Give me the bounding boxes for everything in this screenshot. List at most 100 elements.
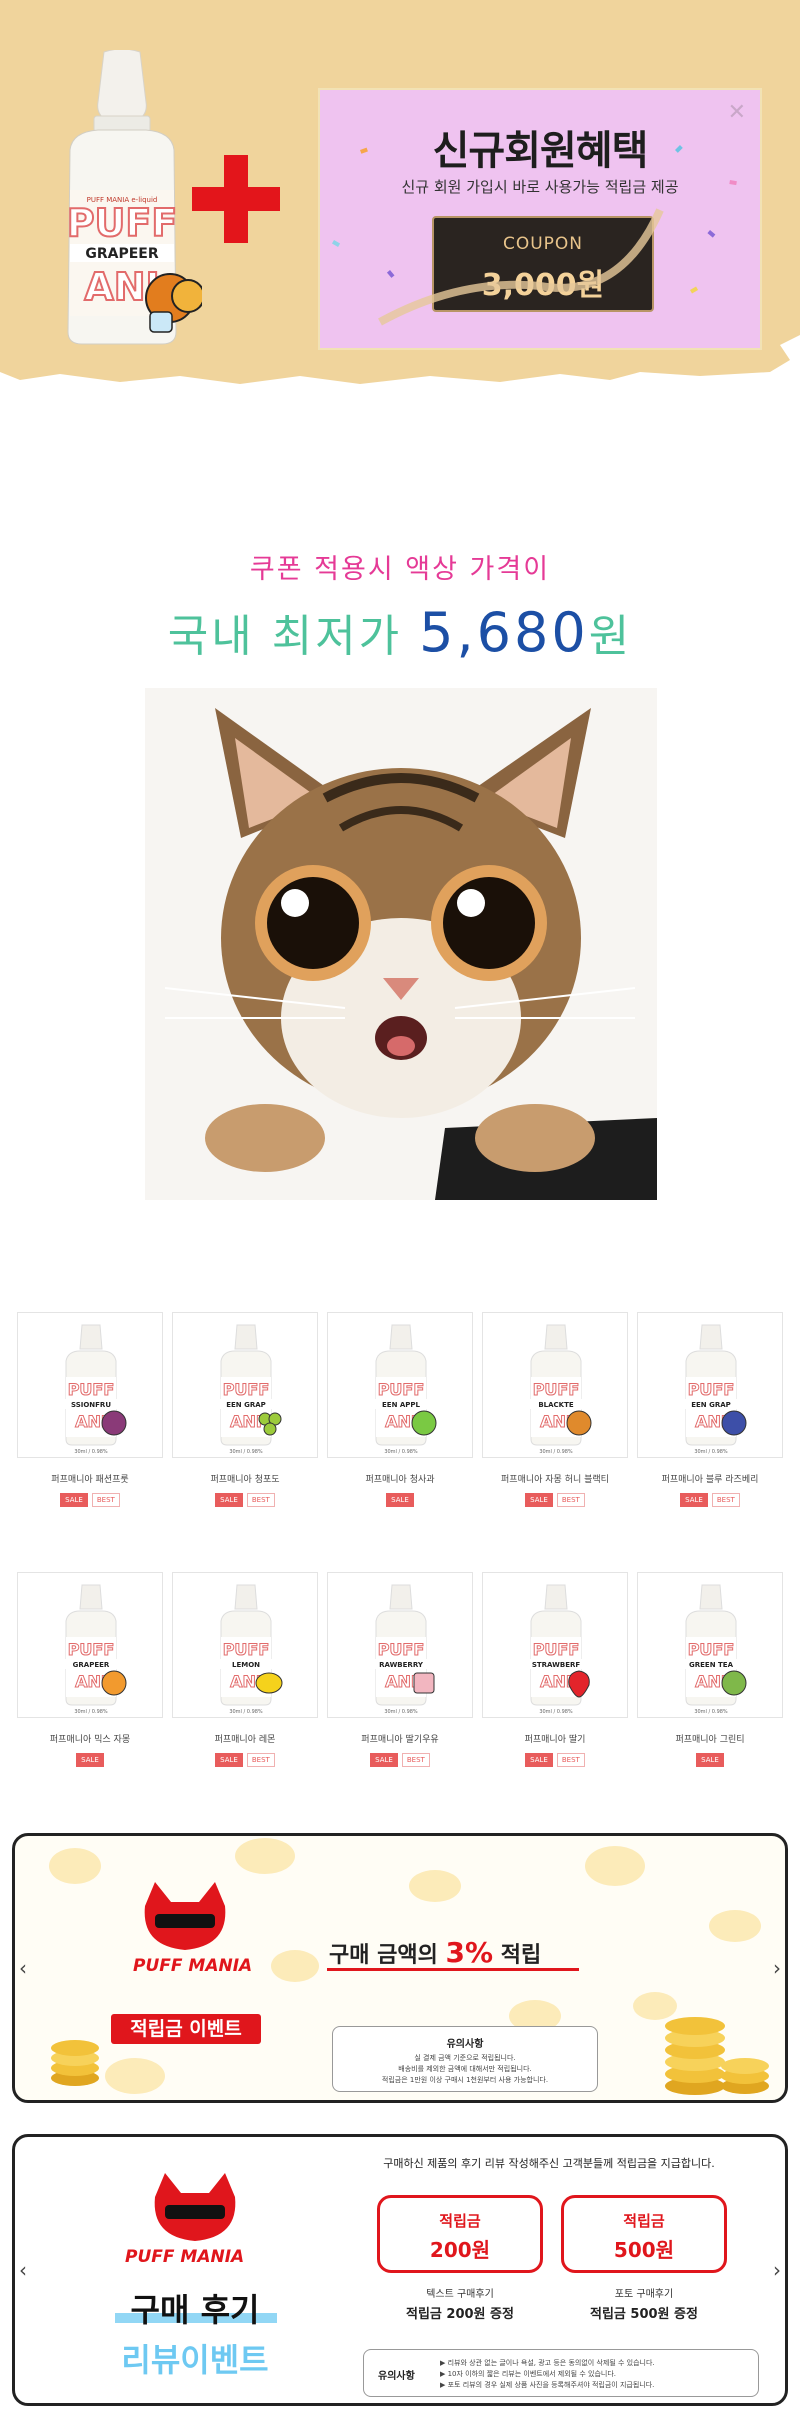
reward-event-banner[interactable]: PUFF MANIA 적립금 이벤트 구매 금액의 3% 적립 유의사항 실 결… [12, 1833, 788, 2103]
svg-text:30ml / 0.98%: 30ml / 0.98% [384, 1709, 418, 1715]
chevron-right-icon[interactable]: › [773, 2258, 781, 2282]
product-card[interactable]: PUFF SSIONFRU ANI 30ml / 0.98% 퍼프매니아 패션프… [17, 1312, 163, 1507]
product-name[interactable]: 퍼프매니아 자몽 허니 블랙티 [482, 1472, 628, 1485]
svg-text:30ml / 0.98%: 30ml / 0.98% [229, 1449, 263, 1455]
reward-name: 적립금 [439, 2212, 481, 2230]
product-bottle-image: PUFF SSIONFRU ANI 30ml / 0.98% [64, 1324, 127, 1455]
product-card[interactable]: PUFF GREEN TEA ANI 30ml / 0.98% 퍼프매니아 그린… [637, 1572, 783, 1767]
product-badges: SALE BEST [482, 1493, 628, 1507]
lowest-price-value: 5,680 [419, 601, 589, 664]
chevron-right-icon[interactable]: › [773, 1956, 781, 1980]
product-card[interactable]: PUFF LEMON ANI 30ml / 0.98% 퍼프매니아 레몬 SAL… [172, 1572, 318, 1767]
product-name[interactable]: 퍼프매니아 청사과 [327, 1472, 473, 1485]
svg-text:PUFF: PUFF [68, 1380, 115, 1399]
lowest-price-unit: 원 [588, 611, 633, 662]
product-bottle-image: PUFF STRAWBERF ANI 30ml / 0.98% [529, 1584, 590, 1715]
product-card[interactable]: PUFF GRAPEER ANI 30ml / 0.98% 퍼프매니아 믹스 자… [17, 1572, 163, 1767]
photo-review-reward: 적립금 500원 [561, 2195, 727, 2273]
product-bottle-image: PUFF GRAPEER ANI 30ml / 0.98% [64, 1584, 127, 1715]
svg-text:STRAWBERF: STRAWBERF [532, 1661, 581, 1669]
svg-text:30ml / 0.98%: 30ml / 0.98% [694, 1449, 728, 1455]
svg-text:PUFF: PUFF [378, 1380, 425, 1399]
product-bottle-image: PUFF EEN GRAP ANI 30ml / 0.98% [684, 1324, 747, 1455]
reward-amount: 500원 [613, 2238, 675, 2262]
product-badges: SALE BEST [482, 1753, 628, 1767]
mascot-name: PUFF MANIA [133, 1956, 253, 1976]
svg-text:PUFF: PUFF [688, 1380, 735, 1399]
product-name[interactable]: 퍼프매니아 레몬 [172, 1732, 318, 1745]
product-card[interactable]: PUFF EEN GRAP ANI 30ml / 0.98% 퍼프매니아 블루 … [637, 1312, 783, 1507]
coupon-amount: 3,000원 [481, 268, 605, 303]
svg-text:GREEN TEA: GREEN TEA [689, 1661, 734, 1669]
svg-text:PUFF: PUFF [223, 1380, 270, 1399]
notice-title: 유의사항 [446, 2039, 484, 2050]
chevron-left-icon[interactable]: ‹ [19, 1956, 27, 1980]
product-grid-row-2: PUFF GRAPEER ANI 30ml / 0.98% 퍼프매니아 믹스 자… [17, 1572, 783, 1767]
lowest-price-text: 국내 최저가 5,680원 [0, 600, 800, 664]
product-thumbnail[interactable]: PUFF LEMON ANI 30ml / 0.98% [172, 1572, 318, 1718]
best-badge: BEST [401, 1753, 430, 1767]
review-notice-box: 유의사항 ▶ 리뷰와 상관 없는 글이나 욕설, 광고 등은 동의없이 삭제될 … [363, 2349, 759, 2397]
best-badge: BEST [556, 1753, 585, 1767]
coupon-ticket[interactable]: COUPON 3,000원 [432, 216, 654, 312]
product-thumbnail[interactable]: PUFF GREEN TEA ANI 30ml / 0.98% [637, 1572, 783, 1718]
product-thumbnail[interactable]: PUFF BLACKTE ANI 30ml / 0.98% [482, 1312, 628, 1458]
product-name[interactable]: 퍼프매니아 그린티 [637, 1732, 783, 1745]
notice-line: 실 결제 금액 기준으로 적립됩니다. [414, 2054, 516, 2062]
product-name[interactable]: 퍼프매니아 패션프룻 [17, 1472, 163, 1485]
svg-text:PUFF: PUFF [533, 1380, 580, 1399]
product-grid-row-1: PUFF SSIONFRU ANI 30ml / 0.98% 퍼프매니아 패션프… [17, 1312, 783, 1507]
best-badge: BEST [711, 1493, 740, 1507]
chevron-left-icon[interactable]: ‹ [19, 2258, 27, 2282]
svg-text:30ml / 0.98%: 30ml / 0.98% [694, 1709, 728, 1715]
product-thumbnail[interactable]: PUFF EEN GRAP ANI 30ml / 0.98% [172, 1312, 318, 1458]
coin-stack-left [51, 2040, 99, 2086]
product-thumbnail[interactable]: PUFF EEN GRAP ANI 30ml / 0.98% [637, 1312, 783, 1458]
product-badges: SALE BEST [172, 1493, 318, 1507]
svg-text:ANI: ANI [385, 1672, 417, 1691]
svg-text:PUFF: PUFF [533, 1640, 580, 1659]
product-thumbnail[interactable]: PUFF EEN APPL ANI 30ml / 0.98% [327, 1312, 473, 1458]
svg-text:EEN APPL: EEN APPL [382, 1401, 421, 1409]
product-name[interactable]: 퍼프매니아 믹스 자몽 [17, 1732, 163, 1745]
product-name[interactable]: 퍼프매니아 청포도 [172, 1472, 318, 1485]
new-member-coupon-card[interactable]: ✕ 신규회원혜택 신규 회원 가입시 바로 사용가능 적립금 제공 COUPON… [318, 88, 762, 350]
best-badge: BEST [556, 1493, 585, 1507]
reward-type: 포토 구매후기 [614, 2289, 674, 2300]
svg-text:SSIONFRU: SSIONFRU [71, 1401, 111, 1409]
product-thumbnail[interactable]: PUFF GRAPEER ANI 30ml / 0.98% [17, 1572, 163, 1718]
reward-event-pill: 적립금 이벤트 [111, 2014, 261, 2044]
svg-text:PUFF: PUFF [378, 1640, 425, 1659]
product-card[interactable]: PUFF BLACKTE ANI 30ml / 0.98% 퍼프매니아 자몽 허… [482, 1312, 628, 1507]
mascot-logo [144, 1882, 226, 1950]
coupon-subtitle: 신규 회원 가입시 바로 사용가능 적립금 제공 [401, 178, 679, 196]
reward-headline-prefix: 구매 금액의 [329, 1943, 438, 1968]
product-card[interactable]: PUFF EEN APPL ANI 30ml / 0.98% 퍼프매니아 청사과… [327, 1312, 473, 1507]
svg-text:30ml / 0.98%: 30ml / 0.98% [229, 1709, 263, 1715]
sale-badge: SALE [215, 1493, 243, 1507]
svg-text:PUFF: PUFF [67, 201, 178, 245]
product-card[interactable]: PUFF RAWBERRY ANI 30ml / 0.98% 퍼프매니아 딸기우… [327, 1572, 473, 1767]
svg-text:PUFF: PUFF [223, 1640, 270, 1659]
sale-badge: SALE [525, 1753, 553, 1767]
product-card[interactable]: PUFF STRAWBERF ANI 30ml / 0.98% 퍼프매니아 딸기… [482, 1572, 628, 1767]
reward-headline: 구매 금액의 3% 적립 [329, 1936, 589, 1969]
product-thumbnail[interactable]: PUFF STRAWBERF ANI 30ml / 0.98% [482, 1572, 628, 1718]
reward-amount: 200원 [429, 2238, 491, 2262]
product-name[interactable]: 퍼프매니아 딸기 [482, 1732, 628, 1745]
mascot-name: PUFF MANIA [125, 2247, 245, 2267]
text-review-reward: 적립금 200원 [377, 2195, 543, 2273]
svg-text:30ml / 0.98%: 30ml / 0.98% [384, 1449, 418, 1455]
product-name[interactable]: 퍼프매니아 딸기우유 [327, 1732, 473, 1745]
sale-badge: SALE [60, 1493, 88, 1507]
review-event-banner[interactable]: PUFF MANIA 구매 후기 리뷰이벤트 구매하신 제품의 후기 리뷰 작성… [12, 2134, 788, 2406]
notice-line: 배송비를 제외한 금액에 대해서만 적립됩니다. [398, 2065, 532, 2073]
svg-text:ANI: ANI [230, 1412, 262, 1431]
reward-description: 적립금 200원 증정 [406, 2307, 514, 2322]
product-thumbnail[interactable]: PUFF SSIONFRU ANI 30ml / 0.98% [17, 1312, 163, 1458]
product-badges: SALE BEST [637, 1493, 783, 1507]
product-thumbnail[interactable]: PUFF RAWBERRY ANI 30ml / 0.98% [327, 1572, 473, 1718]
product-card[interactable]: PUFF EEN GRAP ANI 30ml / 0.98% 퍼프매니아 청포도… [172, 1312, 318, 1507]
svg-text:ANI: ANI [540, 1672, 572, 1691]
product-name[interactable]: 퍼프매니아 블루 라즈베리 [637, 1472, 783, 1485]
